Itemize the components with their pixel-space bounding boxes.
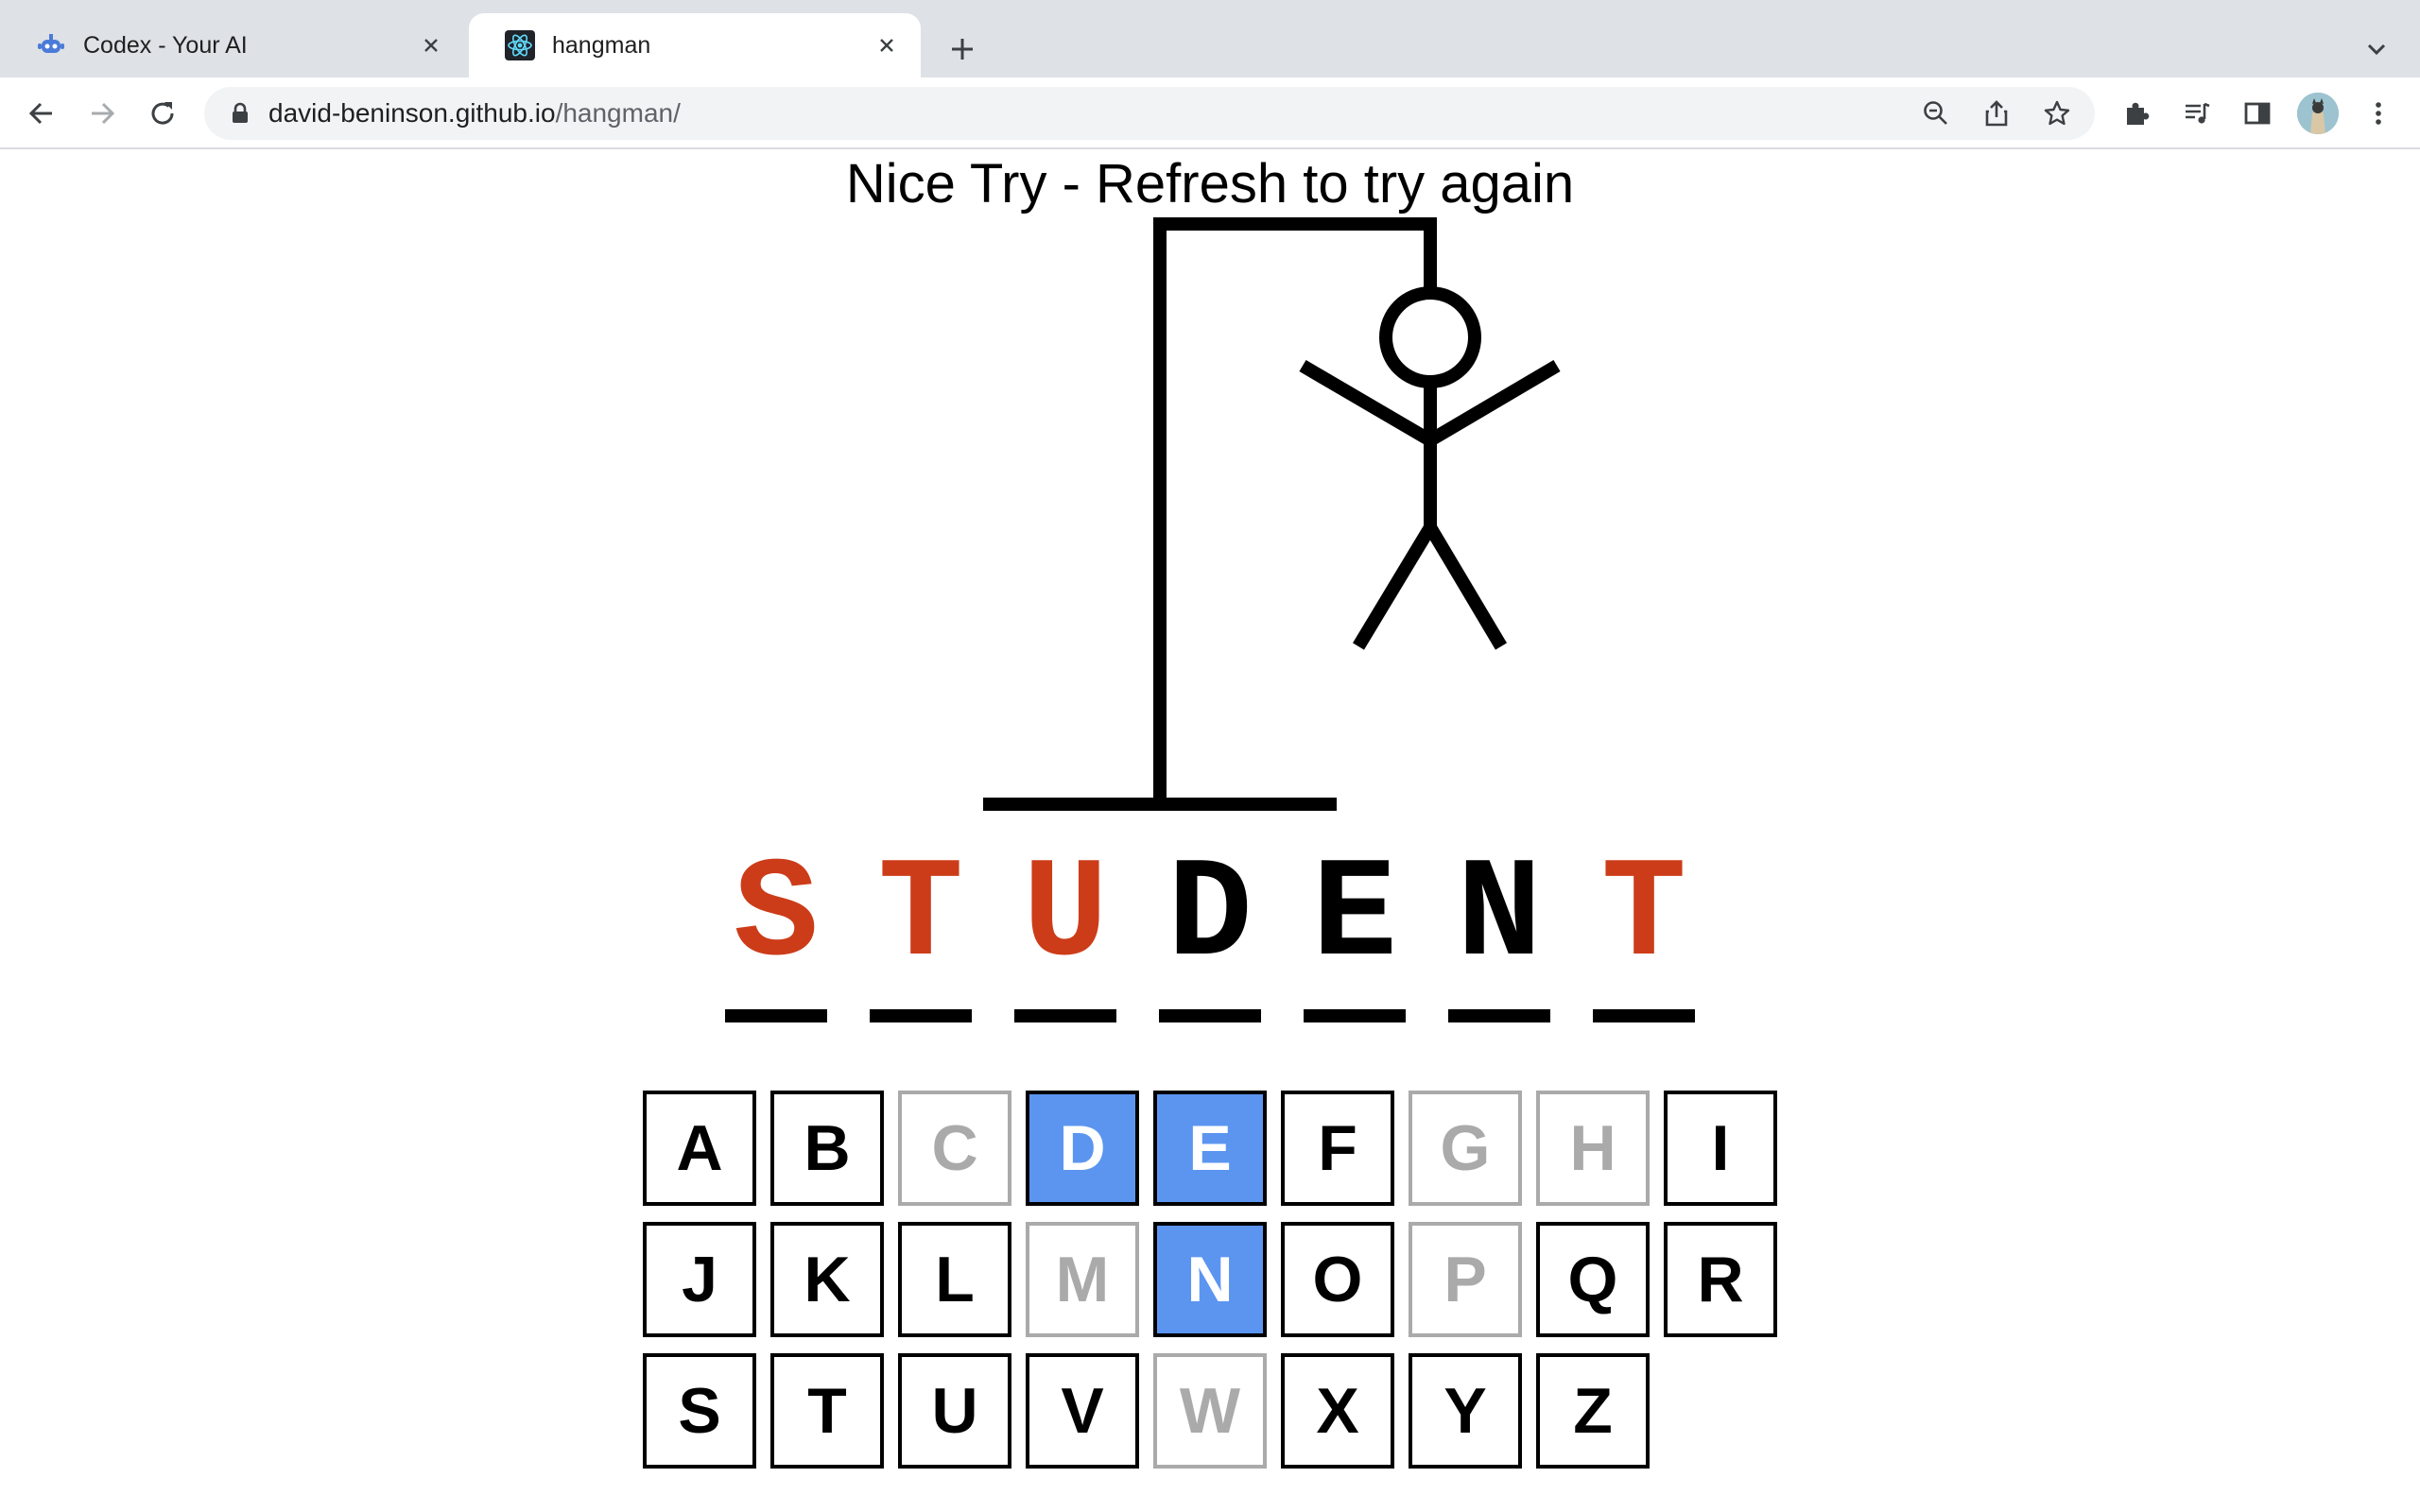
key-x[interactable]: X: [1281, 1353, 1394, 1469]
letter-underline: [1014, 1009, 1116, 1022]
key-a[interactable]: A: [643, 1091, 756, 1206]
key-n[interactable]: N: [1153, 1222, 1267, 1337]
key-i[interactable]: I: [1664, 1091, 1777, 1206]
key-z[interactable]: Z: [1536, 1353, 1650, 1469]
key-c[interactable]: C: [898, 1091, 1011, 1206]
stick-figure: [1299, 286, 1561, 650]
figure-head: [1379, 286, 1481, 388]
letter-underline: [1304, 1009, 1406, 1022]
word-letter-slot: S: [725, 836, 827, 1026]
key-q[interactable]: Q: [1536, 1222, 1650, 1337]
letter-underline: [1448, 1009, 1550, 1022]
figure-left-leg: [1353, 524, 1436, 650]
word-letter: T: [1600, 836, 1686, 997]
word-letter-slot: E: [1304, 836, 1406, 1026]
word-letter: D: [1167, 836, 1253, 997]
word-letter-slot: N: [1448, 836, 1550, 1026]
key-r[interactable]: R: [1664, 1222, 1777, 1337]
word-letter: N: [1456, 836, 1542, 997]
key-h[interactable]: H: [1536, 1091, 1650, 1206]
gallows-frame: [983, 217, 1437, 811]
hangman-drawing: [983, 217, 1561, 811]
letter-underline: [870, 1009, 972, 1022]
key-s[interactable]: S: [643, 1353, 756, 1469]
word-letter: E: [1311, 836, 1397, 997]
figure-right-leg: [1424, 524, 1508, 650]
word-letter-slot: T: [1593, 836, 1695, 1026]
key-o[interactable]: O: [1281, 1222, 1394, 1337]
letter-underline: [1593, 1009, 1695, 1022]
key-f[interactable]: F: [1281, 1091, 1394, 1206]
key-w[interactable]: W: [1153, 1353, 1267, 1469]
word-letter-slot: U: [1014, 836, 1116, 1026]
key-g[interactable]: G: [1409, 1091, 1522, 1206]
key-k[interactable]: K: [770, 1222, 884, 1337]
word-letter: T: [877, 836, 963, 997]
key-u[interactable]: U: [898, 1353, 1011, 1469]
key-y[interactable]: Y: [1409, 1353, 1522, 1469]
key-t[interactable]: T: [770, 1353, 884, 1469]
key-v[interactable]: V: [1026, 1353, 1139, 1469]
key-p[interactable]: P: [1409, 1222, 1522, 1337]
key-e[interactable]: E: [1153, 1091, 1267, 1206]
letter-underline: [1159, 1009, 1261, 1022]
word-letter: U: [1022, 836, 1108, 997]
key-b[interactable]: B: [770, 1091, 884, 1206]
word-letter: S: [733, 836, 819, 997]
key-m[interactable]: M: [1026, 1222, 1139, 1337]
key-j[interactable]: J: [643, 1222, 756, 1337]
word-letter-slot: T: [870, 836, 972, 1026]
key-l[interactable]: L: [898, 1222, 1011, 1337]
letter-underline: [725, 1009, 827, 1022]
word-letter-slot: D: [1159, 836, 1261, 1026]
key-d[interactable]: D: [1026, 1091, 1139, 1206]
